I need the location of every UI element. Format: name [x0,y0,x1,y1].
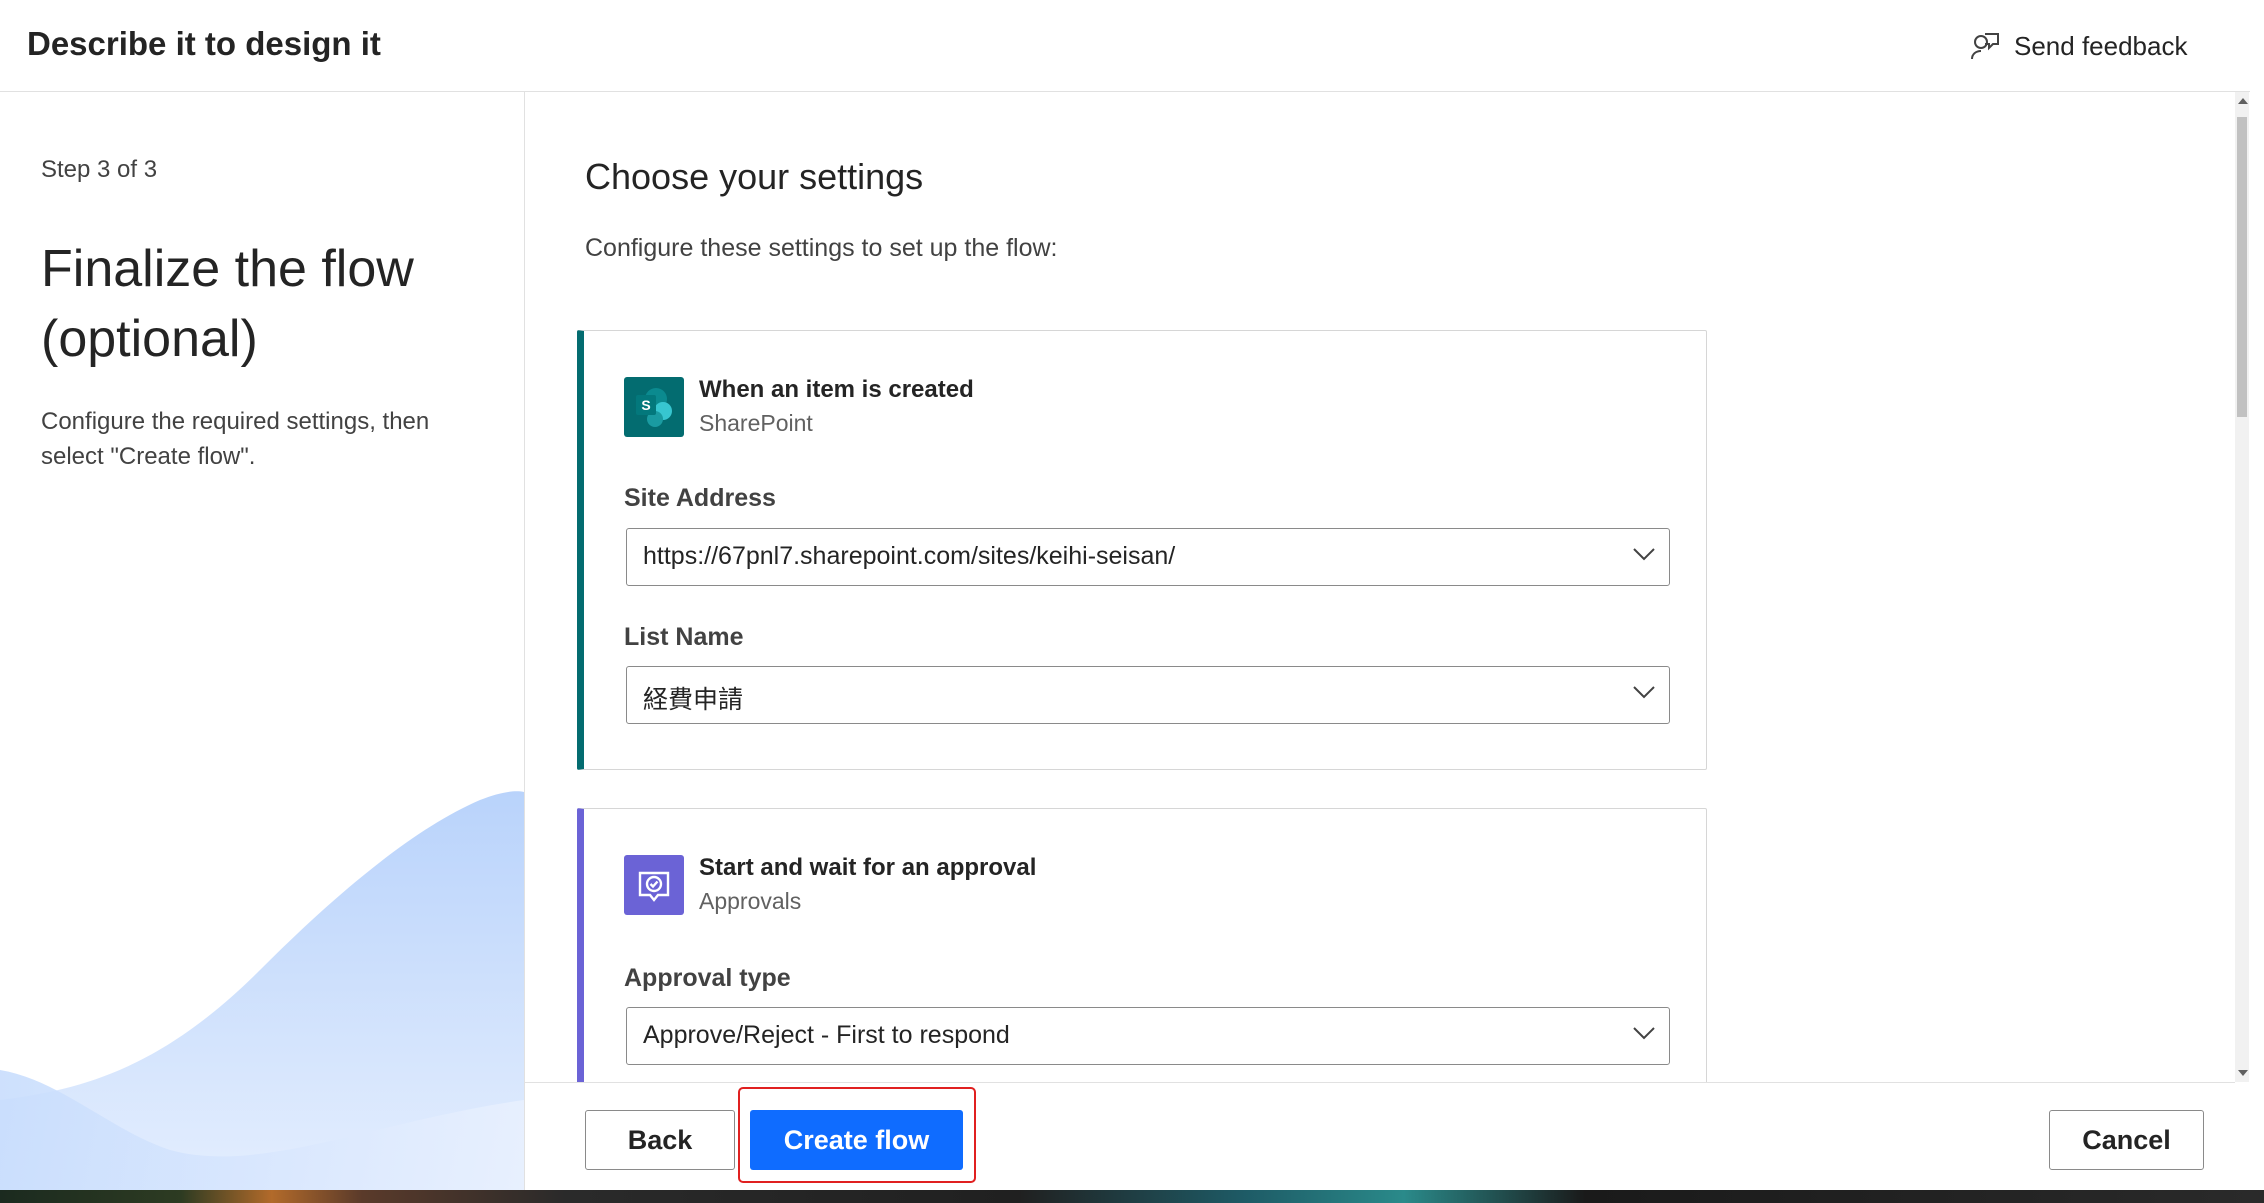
approval-type-value: Approve/Reject - First to respond [643,1021,1010,1049]
trigger-name: When an item is created [699,376,974,403]
site-address-value: https://67pnl7.sharepoint.com/sites/keih… [643,542,1176,570]
feedback-icon [1971,33,1999,60]
approval-type-dropdown[interactable]: Approve/Reject - First to respond [626,1007,1670,1065]
step-title: Finalize the flow (optional) [41,240,414,368]
trigger-connector: SharePoint [699,410,813,436]
settings-panel: Choose your settings Configure these set… [525,92,2235,1082]
chevron-down-icon [1633,548,1655,561]
approval-card-header: Start and wait for an approval Approvals [624,854,1036,915]
approvals-icon [624,854,684,915]
step-panel: Step 3 of 3 Finalize the flow (optional)… [0,92,525,1190]
cancel-button[interactable]: Cancel [2049,1110,2204,1170]
app-header: Describe it to design it Send feedback [0,0,2250,92]
settings-title: Choose your settings [585,156,924,197]
step-indicator: Step 3 of 3 [41,156,158,183]
approval-card: Start and wait for an approval Approvals… [577,808,1707,1082]
approval-action-name: Start and wait for an approval [699,854,1037,881]
back-button[interactable]: Back [585,1110,735,1170]
settings-description: Configure these settings to set up the f… [585,234,1058,262]
step-description: Configure the required settings, then se… [41,408,430,470]
scroll-down-arrow-icon[interactable] [2238,1070,2248,1076]
trigger-card-header: S When an item is created SharePoint [624,376,974,437]
chevron-down-icon [1633,686,1655,699]
app-title: Describe it to design it [27,25,381,62]
approval-type-label: Approval type [624,964,791,992]
trigger-card: S When an item is created SharePoint Sit… [577,330,1707,770]
vertical-scrollbar[interactable] [2235,92,2249,1082]
list-name-dropdown[interactable]: 経費申請 [626,666,1670,724]
site-address-dropdown[interactable]: https://67pnl7.sharepoint.com/sites/keih… [626,528,1670,586]
sharepoint-icon: S [624,376,684,437]
scrollbar-thumb[interactable] [2237,117,2247,417]
create-flow-button[interactable]: Create flow [750,1110,963,1170]
desktop-taskbar-strip [0,1190,2264,1203]
scroll-up-arrow-icon[interactable] [2238,98,2248,104]
chevron-down-icon [1633,1027,1655,1040]
list-name-label: List Name [624,623,744,651]
site-address-label: Site Address [624,484,776,512]
send-feedback-button[interactable]: Send feedback [1970,26,2187,66]
decorative-wave [0,791,524,1190]
footer-bar: Back Create flow Cancel [525,1082,2235,1191]
send-feedback-label: Send feedback [2014,30,2188,61]
svg-text:S: S [641,397,650,413]
list-name-value: 経費申請 [643,686,744,714]
approval-connector: Approvals [699,888,802,914]
